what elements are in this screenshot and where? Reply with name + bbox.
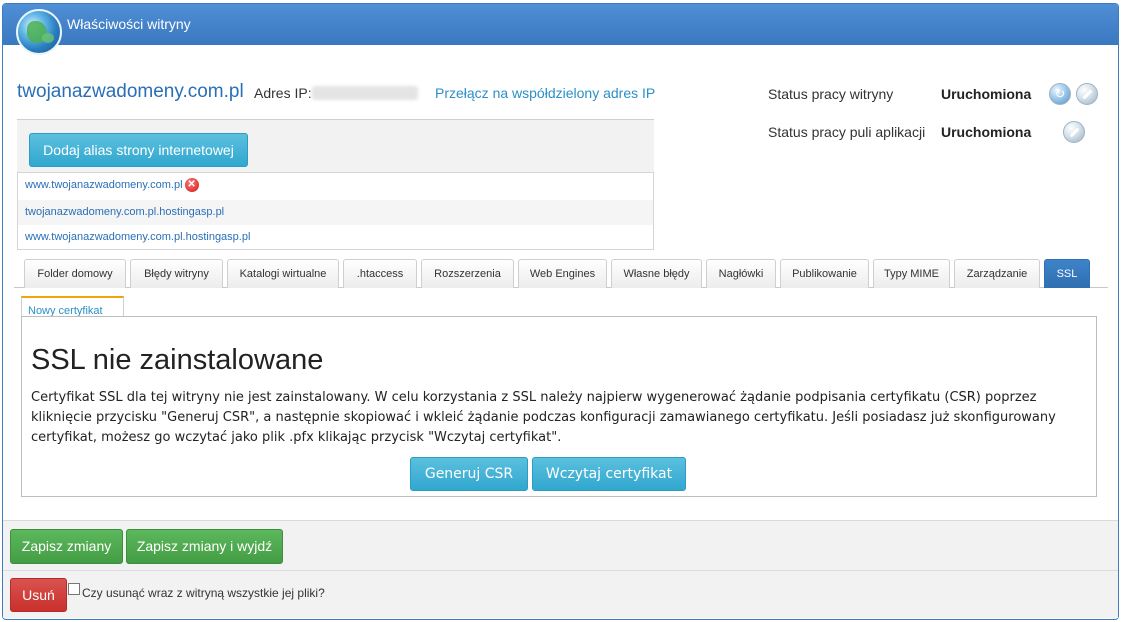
titlebar: Właściwości witryny: [3, 4, 1118, 45]
stop-icon[interactable]: [1063, 121, 1085, 143]
list-item: www.twojanazwadomeny.com.pl ✕: [18, 173, 653, 198]
alias-link[interactable]: twojanazwadomeny.com.pl.hostingasp.pl: [25, 206, 224, 218]
tab-folder-domowy[interactable]: Folder domowy: [24, 259, 126, 288]
tab-naglowki[interactable]: Nagłówki: [706, 259, 776, 288]
window-title: Właściwości witryny: [67, 16, 191, 32]
tab-htaccess[interactable]: .htaccess: [343, 259, 417, 288]
tab-rozszerzenia[interactable]: Rozszerzenia: [421, 259, 514, 288]
alias-link[interactable]: www.twojanazwadomeny.com.pl.hostingasp.p…: [25, 231, 250, 243]
footer-divider: [3, 570, 1118, 571]
load-certificate-button[interactable]: Wczytaj certyfikat: [532, 457, 686, 491]
alias-list: www.twojanazwadomeny.com.pl ✕ twojanazwad…: [17, 172, 654, 250]
tab-wlasne-bledy[interactable]: Własne błędy: [611, 259, 702, 288]
pool-status-value: Uruchomiona: [941, 124, 1032, 140]
subtab-label: Nowy certyfikat: [28, 305, 103, 316]
delete-alias-icon[interactable]: ✕: [184, 178, 199, 193]
site-status-label: Status pracy witryny: [768, 86, 894, 102]
switch-shared-ip-link[interactable]: Przełącz na współdzielony adres IP: [435, 85, 655, 101]
generate-csr-button[interactable]: Generuj CSR: [410, 457, 528, 491]
tab-bledy-witryny[interactable]: Błędy witryny: [130, 259, 223, 288]
tab-zarzadzanie[interactable]: Zarządzanie: [954, 259, 1040, 288]
site-domain: twojanazwadomeny.com.pl: [17, 81, 244, 102]
list-item: twojanazwadomeny.com.pl.hostingasp.pl: [18, 200, 653, 225]
refresh-icon[interactable]: ↻: [1049, 83, 1071, 105]
ip-label: Adres IP:: [254, 85, 312, 101]
add-alias-button[interactable]: Dodaj alias strony internetowej: [29, 133, 248, 167]
delete-button[interactable]: Usuń: [10, 578, 67, 612]
tab-web-engines[interactable]: Web Engines: [518, 259, 607, 288]
tab-publikowanie[interactable]: Publikowanie: [780, 259, 869, 288]
subtab-new-certificate[interactable]: Nowy certyfikat: [21, 296, 124, 316]
delete-files-checkbox[interactable]: [68, 583, 80, 595]
save-and-exit-button[interactable]: Zapisz zmiany i wyjdź: [126, 529, 283, 564]
ssl-title: SSL nie zainstalowane: [31, 344, 324, 376]
save-button[interactable]: Zapisz zmiany: [10, 529, 123, 564]
tab-ssl[interactable]: SSL: [1044, 259, 1090, 288]
tab-typy-mime[interactable]: Typy MIME: [873, 259, 950, 288]
globe-icon: [16, 9, 62, 55]
delete-files-label: Czy usunąć wraz z witryną wszystkie jej …: [82, 586, 325, 600]
pool-status-label: Status pracy puli aplikacji: [768, 124, 926, 140]
alias-link[interactable]: www.twojanazwadomeny.com.pl: [25, 179, 183, 191]
site-status-value: Uruchomiona: [941, 86, 1032, 102]
ssl-description: Certyfikat SSL dla tej witryny nie jest …: [31, 390, 1056, 445]
stop-icon[interactable]: [1076, 83, 1098, 105]
tab-katalogi-wirtualne[interactable]: Katalogi wirtualne: [227, 259, 339, 288]
list-item: www.twojanazwadomeny.com.pl.hostingasp.p…: [18, 225, 653, 250]
ip-address-redacted: [312, 86, 418, 100]
